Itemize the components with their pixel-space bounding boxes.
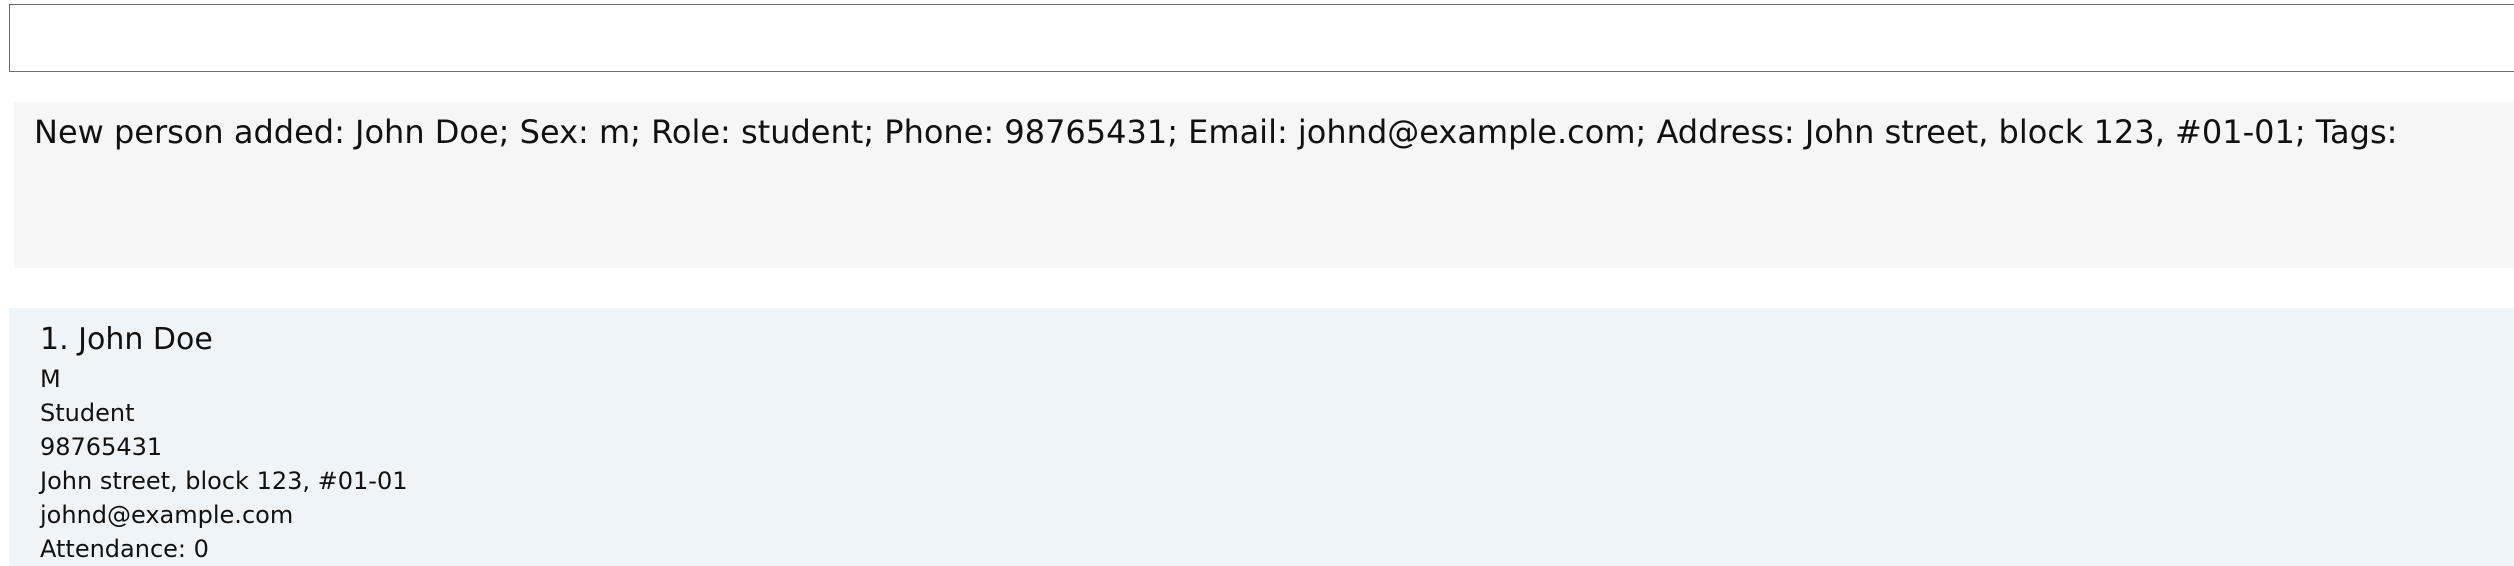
- person-address: John street, block 123, #01-01: [40, 467, 408, 495]
- person-attendance: Attendance: 0: [40, 535, 209, 563]
- person-list[interactable]: 1. John Doe M Student 98765431 John stre…: [9, 308, 2514, 566]
- person-role: Student: [40, 399, 135, 427]
- result-display: New person added: John Doe; Sex: m; Role…: [14, 102, 2514, 268]
- result-message: New person added: John Doe; Sex: m; Role…: [34, 113, 2398, 151]
- person-name: 1. John Doe: [40, 322, 213, 357]
- command-input[interactable]: [9, 4, 2514, 72]
- person-sex: M: [40, 365, 61, 393]
- person-phone: 98765431: [40, 433, 163, 461]
- person-email: johnd@example.com: [40, 501, 294, 529]
- person-card[interactable]: 1. John Doe M Student 98765431 John stre…: [40, 320, 408, 566]
